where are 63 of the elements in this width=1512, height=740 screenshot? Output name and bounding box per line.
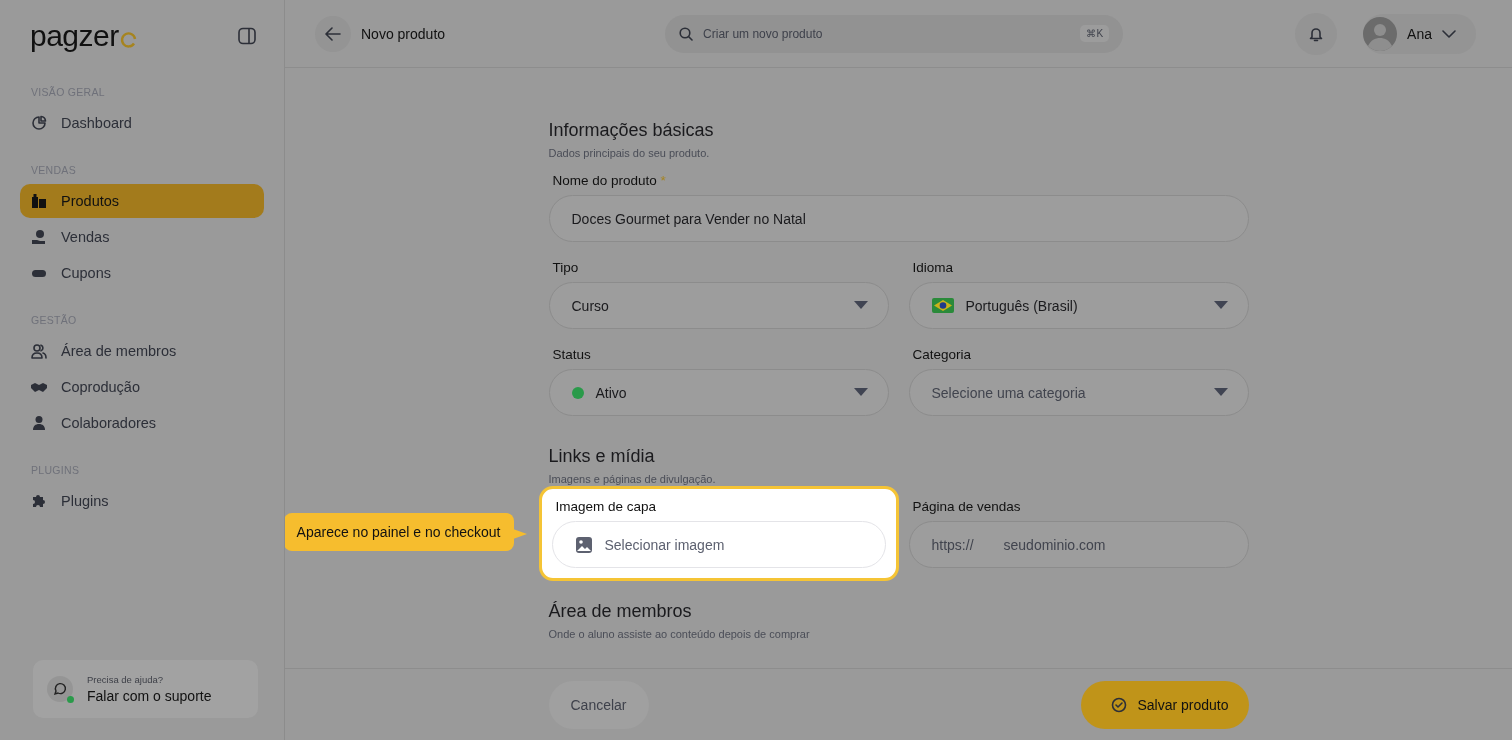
field-label: Página de vendas bbox=[912, 499, 1021, 514]
select-field[interactable]: Curso bbox=[548, 282, 889, 329]
search-icon bbox=[679, 26, 694, 41]
field-label: Status bbox=[552, 347, 591, 362]
users-icon bbox=[31, 343, 47, 359]
sidebar-item[interactable]: Dashboard bbox=[20, 106, 264, 140]
sidebar-item[interactable]: Vendas bbox=[20, 220, 264, 254]
logo-text: pagzer bbox=[30, 21, 119, 51]
search-field[interactable]: Criar um novo produto ⌘K bbox=[665, 14, 1124, 53]
sidebar-item[interactable]: Coprodução bbox=[20, 370, 264, 404]
user-menu[interactable]: Ana bbox=[1363, 13, 1476, 54]
select-field[interactable]: Selecione uma categoria bbox=[908, 369, 1249, 416]
avatar-icon bbox=[1363, 16, 1398, 51]
logo-ring-icon bbox=[119, 31, 137, 48]
chart-icon bbox=[31, 115, 47, 131]
sidebar-item[interactable]: Plugins bbox=[20, 484, 264, 518]
dropdown-triangle-icon bbox=[1213, 301, 1228, 310]
sidebar-item[interactable]: Colaboradores bbox=[20, 406, 264, 440]
field-label: Tipo bbox=[552, 260, 579, 275]
field-label: Categoria bbox=[912, 347, 972, 362]
select-field[interactable]: Ativo bbox=[548, 369, 889, 416]
section-title: Área de membros bbox=[548, 601, 693, 622]
section-title: Informações básicas bbox=[548, 120, 715, 141]
check-circle-icon bbox=[1111, 696, 1128, 713]
chevron-down-icon bbox=[1442, 29, 1456, 38]
puzzle-icon bbox=[31, 493, 47, 509]
section-title: Links e mídia bbox=[548, 446, 656, 467]
bell-icon bbox=[1309, 25, 1324, 42]
field-label: Nome do produto bbox=[552, 173, 657, 188]
support-card[interactable]: Precisa de ajuda? Falar com o suporte bbox=[33, 660, 258, 718]
image-icon bbox=[574, 535, 593, 554]
shortcut-key: ⌘K bbox=[1080, 25, 1110, 42]
save-button[interactable]: Salvar produto bbox=[1081, 680, 1249, 729]
sidebar-item[interactable]: Produtos bbox=[20, 184, 264, 218]
dropdown-triangle-icon bbox=[853, 301, 868, 310]
section-subtitle: Imagens e páginas de divulgação. bbox=[548, 473, 717, 485]
sidebar-item[interactable]: Cupons bbox=[20, 256, 264, 290]
section-subtitle: Onde o aluno assiste ao conteúdo depois de comprar bbox=[548, 628, 811, 640]
image-picker-field[interactable]: Selecionar imagem bbox=[551, 521, 886, 568]
dropdown-triangle-icon bbox=[853, 388, 868, 397]
required-asterisk: * bbox=[660, 173, 666, 188]
url-field[interactable]: https:// seudominio.com bbox=[908, 521, 1249, 568]
boxes-icon bbox=[31, 193, 47, 209]
sidebar-toggle-icon[interactable] bbox=[238, 27, 256, 45]
back-arrow-icon bbox=[325, 26, 341, 41]
field-label: Imagem de capa bbox=[555, 499, 657, 514]
dropdown-triangle-icon bbox=[1213, 388, 1228, 397]
tooltip: Aparece no painel e no checkout bbox=[285, 513, 514, 551]
page-title: Novo produto bbox=[361, 25, 446, 42]
user-icon bbox=[31, 415, 47, 431]
brazil-flag-icon bbox=[931, 298, 954, 313]
back-button[interactable] bbox=[315, 15, 351, 52]
help-caption: Precisa de ajuda? bbox=[87, 674, 165, 685]
section-subtitle: Dados principais do seu produto. bbox=[548, 147, 711, 159]
sidebar-item[interactable]: Área de membros bbox=[20, 334, 264, 368]
field-label: Idioma bbox=[912, 260, 954, 275]
hand-coin-icon bbox=[31, 229, 47, 245]
cancel-button[interactable]: Cancelar bbox=[548, 680, 649, 729]
text-field[interactable]: Doces Gourmet para Vender no Natal bbox=[548, 195, 1249, 242]
select-field[interactable]: Português (Brasil) bbox=[908, 282, 1249, 329]
tooltip-pointer bbox=[512, 527, 527, 541]
whatsapp-icon bbox=[47, 676, 73, 702]
support-link[interactable]: Falar com o suporte bbox=[87, 688, 212, 704]
